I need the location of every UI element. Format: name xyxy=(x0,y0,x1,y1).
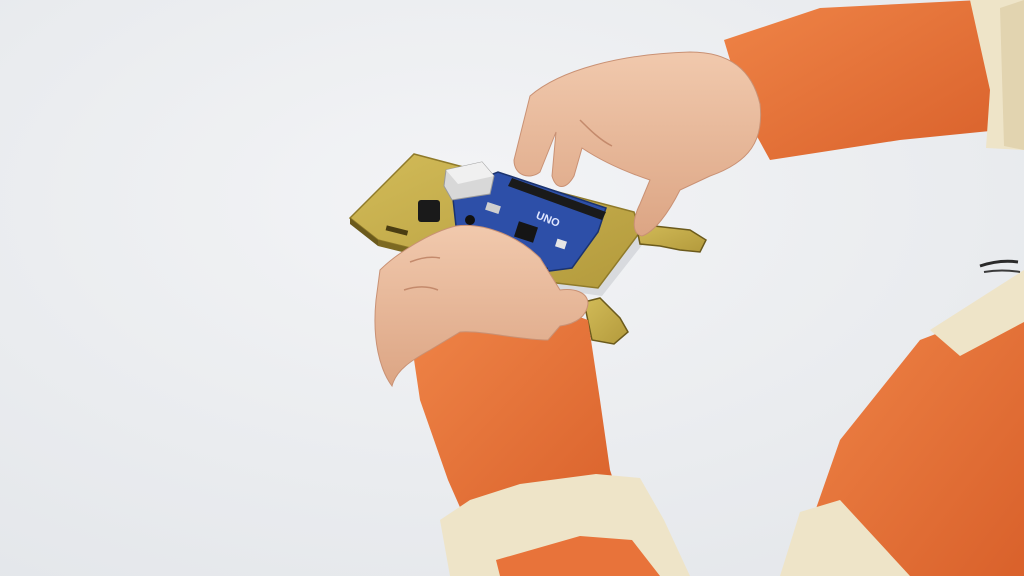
barrel-connector xyxy=(418,200,440,222)
power-jack xyxy=(465,215,475,225)
scene-illustration: UNO xyxy=(0,0,1024,576)
photo-scene: UNO xyxy=(0,0,1024,576)
